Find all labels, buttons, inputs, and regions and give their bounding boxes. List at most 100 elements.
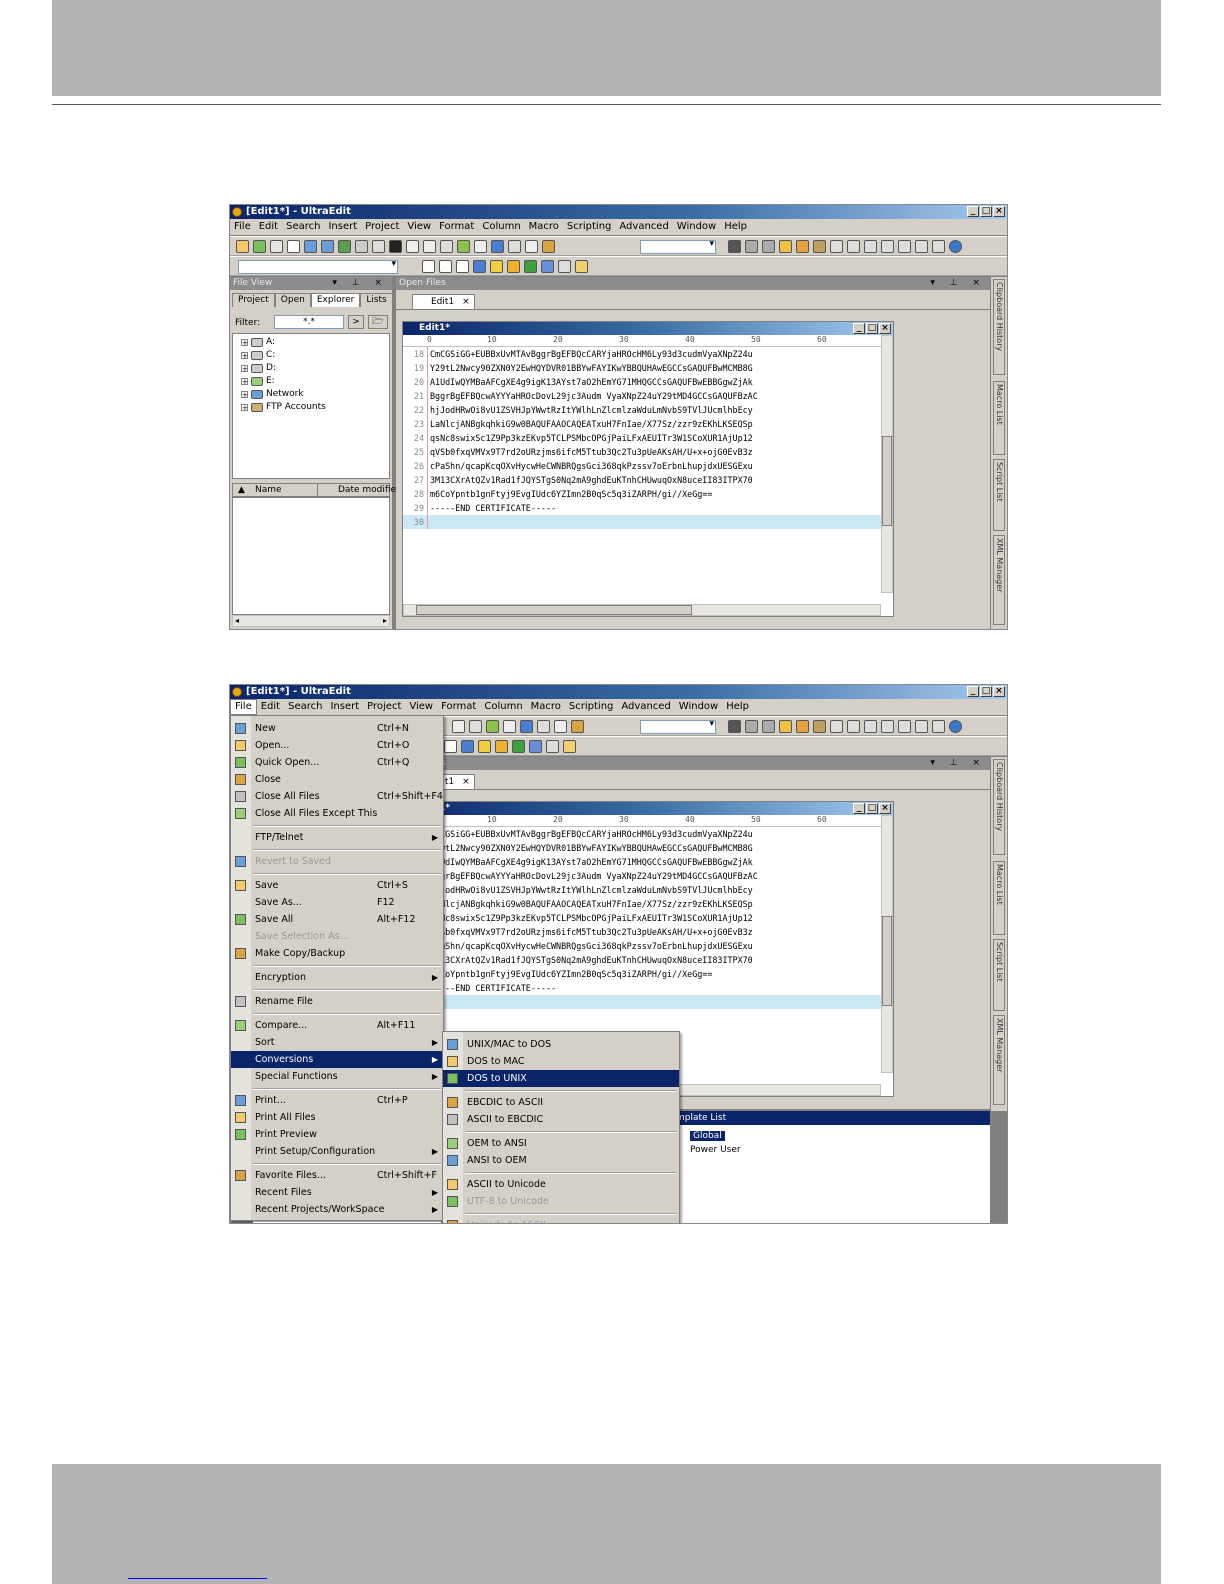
print-icon[interactable]	[355, 240, 368, 253]
close-tab-icon[interactable]: ×	[462, 297, 470, 307]
expand-icon[interactable]: +	[241, 391, 248, 399]
code-line[interactable]: 20A1UdIwQYMBaAFCgXE4g9igK13AYst7aO2hEmYG…	[403, 375, 881, 389]
wikipedia-icon[interactable]	[444, 740, 457, 753]
split-horizontal-icon[interactable]	[898, 240, 911, 253]
scroll-thumb[interactable]	[416, 605, 692, 615]
find-next-icon[interactable]	[745, 240, 758, 253]
menu-item-make-copy-backup[interactable]: Make Copy/Backup	[231, 945, 443, 962]
menu-file[interactable]: File	[230, 699, 257, 715]
save-icon[interactable]	[321, 240, 334, 253]
tab-explorer[interactable]: Explorer	[310, 293, 361, 307]
template-item-global[interactable]: Global	[690, 1131, 725, 1141]
maximize-button[interactable]: □	[980, 686, 992, 697]
replace-icon[interactable]	[762, 720, 775, 733]
doc-minimize-button[interactable]: _	[853, 803, 865, 814]
menu-item-encryption[interactable]: Encryption ▶	[231, 969, 443, 986]
macro-icon[interactable]	[575, 260, 588, 273]
menu-item-rename-file[interactable]: Rename File	[231, 993, 443, 1010]
menu-project[interactable]: Project	[361, 219, 403, 235]
copy-icon[interactable]	[525, 240, 538, 253]
side-tab-macro-list[interactable]: Macro List	[993, 861, 1005, 935]
code-line[interactable]: 19Y29tL2Nwcy90ZXN0Y2EwHQYDVR01BBYwFAYIKw…	[403, 361, 881, 375]
properties-icon[interactable]	[452, 720, 465, 733]
browse-folder-button[interactable]: 🗁	[368, 315, 388, 329]
expand-icon[interactable]: +	[241, 339, 248, 347]
menu-edit[interactable]: Edit	[257, 699, 284, 715]
menu-item-close-all-files[interactable]: Close All Files Ctrl+Shift+F4	[231, 788, 443, 805]
compare-icon[interactable]	[546, 740, 559, 753]
menu-item-print-preview[interactable]: Print Preview	[231, 1126, 443, 1143]
menu-item-ascii-to-unicode[interactable]: ASCII to Unicode	[443, 1176, 679, 1193]
menu-macro[interactable]: Macro	[527, 699, 565, 715]
menu-scripting[interactable]: Scripting	[563, 219, 615, 235]
expand-icon[interactable]: +	[241, 352, 248, 360]
menu-item-print[interactable]: Print... Ctrl+P	[231, 1092, 443, 1109]
binary-icon[interactable]	[469, 720, 482, 733]
bookmark-prev-icon[interactable]	[813, 720, 826, 733]
maximize-button[interactable]: □	[980, 206, 992, 217]
code-editor[interactable]: 18CmCGSiGG+EUBBxUvMTAvBggrBgEFBQcCARYjaH…	[403, 827, 881, 1009]
code-line[interactable]: 24qsNc8swixSc1Z9Pp3kzEKvp5TCLPSMbcOPGjPa…	[403, 911, 881, 925]
menu-format[interactable]: Format	[437, 699, 480, 715]
align-left-icon[interactable]	[830, 240, 843, 253]
side-tab-macro-list[interactable]: Macro List	[993, 381, 1005, 455]
panel-buttons[interactable]: ▾ ⊥ ×	[930, 757, 986, 770]
tree-item[interactable]: + A:	[241, 336, 275, 349]
menu-item-recent-files[interactable]: Recent Files ▶	[231, 1184, 443, 1201]
code-line[interactable]: 19Y29tL2Nwcy90ZXN0Y2EwHQYDVR01BBYwFAYIKw…	[403, 841, 881, 855]
side-tab-xml-manager[interactable]: XML Manager	[993, 1015, 1005, 1105]
doc-close-button[interactable]: ×	[879, 803, 891, 814]
tag-icon[interactable]	[507, 260, 520, 273]
bookmark-icon[interactable]	[779, 240, 792, 253]
code-line[interactable]: 20A1UdIwQYMBaAFCgXE4g9igK13AYst7aO2hEmYG…	[403, 855, 881, 869]
menu-file[interactable]: File	[230, 219, 255, 235]
scroll-thumb[interactable]	[882, 916, 892, 1006]
column-date-modified[interactable]: Date modified	[317, 484, 402, 496]
doc-minimize-button[interactable]: _	[853, 323, 865, 334]
properties-icon[interactable]	[423, 240, 436, 253]
menu-project[interactable]: Project	[363, 699, 405, 715]
code-line[interactable]: 24qsNc8swixSc1Z9Pp3kzEKvp5TCLPSMbcOPGjPa…	[403, 431, 881, 445]
code-editor[interactable]: 18CmCGSiGG+EUBBxUvMTAvBggrBgEFBQcCARYjaH…	[403, 347, 881, 529]
menu-item-unix-mac-to-dos[interactable]: UNIX/MAC to DOS	[443, 1036, 679, 1053]
menu-help[interactable]: Help	[720, 219, 751, 235]
menu-item-save-as[interactable]: Save As... F12	[231, 894, 443, 911]
editor-vertical-scrollbar[interactable]	[881, 815, 893, 1073]
menu-advanced[interactable]: Advanced	[615, 219, 672, 235]
scroll-right-icon[interactable]: ▸	[383, 616, 387, 626]
menu-item-favorite-files[interactable]: Favorite Files... Ctrl+Shift+F	[231, 1167, 443, 1184]
tree-item[interactable]: + FTP Accounts	[241, 401, 326, 414]
editor-vertical-scrollbar[interactable]	[881, 335, 893, 593]
expand-icon[interactable]: +	[241, 365, 248, 373]
code-line[interactable]: 22hjJodHRwOi8vU1ZSVHJpYWwtRzItYWlhLnZlcm…	[403, 403, 881, 417]
align-center-icon[interactable]	[847, 240, 860, 253]
template-item-power-user[interactable]: Power User	[690, 1145, 741, 1155]
doc-close-button[interactable]: ×	[879, 323, 891, 334]
code-line[interactable]: 21BggrBgEFBQcwAYYYaHROcDovL29jc3Audm Vya…	[403, 389, 881, 403]
justify-icon[interactable]	[881, 240, 894, 253]
close-window-button[interactable]: ×	[993, 206, 1005, 217]
menu-item-quick-open[interactable]: Quick Open... Ctrl+Q	[231, 754, 443, 771]
column-mode-icon[interactable]	[486, 720, 499, 733]
copy-icon[interactable]	[554, 720, 567, 733]
search-combo[interactable]	[640, 719, 716, 734]
paste-icon[interactable]	[571, 720, 584, 733]
side-tab-script-list[interactable]: Script List	[993, 459, 1005, 531]
menu-search[interactable]: Search	[284, 699, 326, 715]
menu-item-open[interactable]: Open... Ctrl+O	[231, 737, 443, 754]
menu-insert[interactable]: Insert	[324, 219, 361, 235]
help-icon[interactable]	[478, 740, 491, 753]
msdn-icon[interactable]	[461, 740, 474, 753]
tab-lists[interactable]: Lists	[360, 293, 393, 307]
wikipedia-icon[interactable]	[456, 260, 469, 273]
open-icon[interactable]	[236, 240, 249, 253]
tag-icon[interactable]	[495, 740, 508, 753]
doc-maximize-button[interactable]: □	[866, 803, 878, 814]
menu-column[interactable]: Column	[478, 219, 524, 235]
align-right-icon[interactable]	[864, 720, 877, 733]
tree-item[interactable]: + D:	[241, 362, 276, 375]
code-line[interactable]: 23LaNlcjANBgkqhkiG9w0BAQUFAAOCAQEATxuH7F…	[403, 897, 881, 911]
menu-item-ftp-telnet[interactable]: FTP/Telnet ▶	[231, 829, 443, 846]
compare-icon[interactable]	[558, 260, 571, 273]
cut-icon[interactable]	[508, 240, 521, 253]
